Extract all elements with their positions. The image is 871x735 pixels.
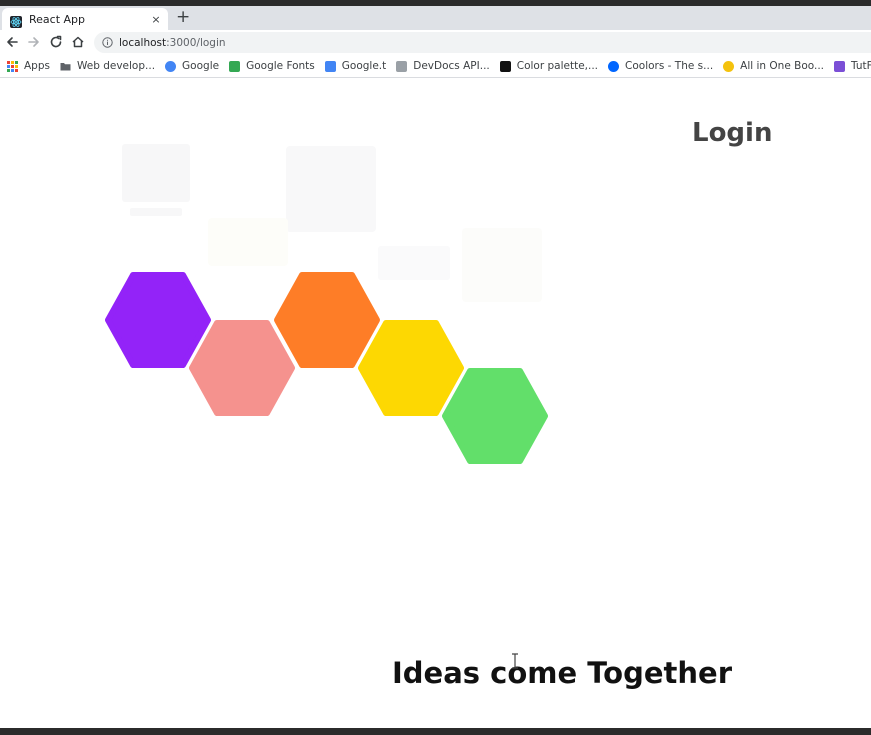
orange-hexagon <box>274 272 380 368</box>
login-title: Login <box>692 118 773 148</box>
tab-close-icon[interactable]: × <box>148 13 164 26</box>
tab-strip: React App × + <box>0 6 871 30</box>
bookmark-item[interactable]: Coolors - The s... <box>608 60 713 72</box>
bookmark-item[interactable]: All in One Boo... <box>723 60 824 72</box>
login-page: Login Ideas come Together <box>0 78 871 728</box>
bookmark-label: Web develop... <box>76 60 156 72</box>
color-palette-icon <box>499 60 511 72</box>
google-icon <box>165 60 177 72</box>
back-arrow-icon[interactable] <box>3 33 21 51</box>
address-bar[interactable]: localhost :3000/login <box>94 32 871 53</box>
bookmark-label: Color palette,... <box>516 60 599 72</box>
hexagon-cluster <box>105 144 548 464</box>
purple-hexagon <box>105 272 211 368</box>
bookmark-label: Google.t <box>341 60 387 72</box>
bookmark-item[interactable]: TutFlix - Free <box>834 60 871 72</box>
bookmark-item[interactable]: Google.t <box>324 60 387 72</box>
bookmark-item[interactable]: Google <box>165 60 219 72</box>
bookmark-label: DevDocs API... <box>413 60 490 72</box>
hexagon-illustration <box>90 138 570 568</box>
bookmark-label: All in One Boo... <box>740 60 825 72</box>
url-path: :3000/login <box>166 36 226 49</box>
site-info-icon[interactable] <box>102 37 113 48</box>
forward-arrow-icon[interactable] <box>25 33 43 51</box>
react-favicon-icon <box>10 13 22 28</box>
bookmark-label: Google Fonts <box>246 60 315 72</box>
bookmark-label: Google <box>182 60 220 72</box>
bookmark-item[interactable]: DevDocs API... <box>396 60 490 72</box>
browser-toolbar: localhost :3000/login <box>0 30 871 55</box>
tagline: Ideas come Together <box>392 656 732 690</box>
bookmark-label: TutFlix - Free <box>851 60 871 72</box>
text-cursor-icon <box>512 653 518 669</box>
browser-tab[interactable]: React App × <box>2 8 168 30</box>
bookmark-item[interactable]: Apps <box>7 60 50 72</box>
google-fonts-icon <box>229 60 241 72</box>
bookmark-label: Coolors - The s... <box>625 60 714 72</box>
pink-hexagon <box>189 320 295 416</box>
apps-grid-icon <box>7 60 18 72</box>
yellow-hexagon <box>358 320 464 416</box>
reload-icon[interactable] <box>47 33 65 51</box>
window-bottom-edge <box>0 728 871 735</box>
green-hexagon <box>442 368 548 464</box>
bookmark-label: Apps <box>24 60 50 72</box>
devdocs-icon <box>396 60 408 72</box>
bookmark-item[interactable]: Web develop... <box>60 60 155 72</box>
bookmarks-bar: Apps Web develop... Google Google Fonts Goog… <box>0 55 871 78</box>
coolors-icon <box>608 60 620 72</box>
bookmark-item[interactable]: Color palette,... <box>499 60 599 72</box>
new-tab-button[interactable]: + <box>176 7 190 27</box>
tutflix-icon <box>834 60 846 72</box>
folder-icon <box>60 61 71 72</box>
url-host: localhost <box>119 36 167 49</box>
home-icon[interactable] <box>69 33 87 51</box>
all-in-one-icon <box>723 60 735 72</box>
tab-title: React App <box>29 12 86 26</box>
google-translate-icon <box>324 60 336 72</box>
bookmark-item[interactable]: Google Fonts <box>229 60 315 72</box>
